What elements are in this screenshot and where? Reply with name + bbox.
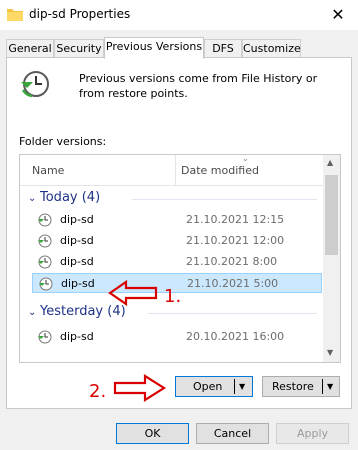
list-item[interactable]: dip-sd 21.10.2021 12:15 [32, 210, 322, 230]
annotation-arrow-left-icon [108, 280, 158, 306]
dropdown-arrow-icon[interactable]: ▼ [239, 377, 245, 396]
item-date: 21.10.2021 12:00 [186, 234, 285, 247]
scroll-up-icon[interactable]: ▲ [327, 158, 333, 167]
restore-point-icon [38, 213, 52, 227]
annotation-step-2: 2. [89, 381, 107, 402]
restore-point-icon [38, 234, 52, 248]
window-title: dip-sd Properties [29, 7, 131, 21]
tab-customize[interactable]: Customize [242, 39, 301, 57]
history-clock-icon [21, 71, 49, 98]
column-header-date[interactable]: Date modified [181, 164, 259, 177]
group-header-today[interactable]: ⌄ Today (4) [28, 188, 100, 208]
list-item[interactable]: dip-sd 21.10.2021 8:00 [32, 252, 322, 272]
tab-general[interactable]: General [6, 39, 54, 57]
folder-versions-label: Folder versions: [19, 135, 107, 148]
apply-button[interactable]: Apply [276, 423, 349, 444]
open-button[interactable]: Open ▼ [175, 376, 253, 397]
sort-caret-icon: ⌄ [242, 154, 249, 163]
column-header-name[interactable]: Name [32, 164, 64, 177]
split-divider [322, 379, 323, 394]
restore-button[interactable]: Restore ▼ [262, 376, 340, 397]
restore-point-icon [39, 277, 53, 291]
chevron-down-icon: ⌄ [28, 193, 37, 204]
item-name: dip-sd [60, 234, 94, 247]
chevron-down-icon: ⌄ [28, 307, 37, 318]
intro-text: Previous versions come from File History… [79, 72, 318, 100]
group-label: Yesterday (4) [40, 304, 126, 319]
cancel-button[interactable]: Cancel [196, 423, 269, 444]
restore-point-icon [38, 330, 52, 344]
item-name: dip-sd [60, 255, 94, 268]
list-item[interactable]: dip-sd 21.10.2021 12:00 [32, 231, 322, 251]
close-button[interactable]: ✕ [318, 0, 358, 30]
annotation-step-1: 1. [164, 286, 182, 307]
column-divider[interactable] [175, 155, 176, 185]
dropdown-arrow-icon[interactable]: ▼ [327, 377, 333, 396]
scroll-down-icon[interactable]: ▼ [327, 348, 333, 357]
vertical-scrollbar[interactable]: ▲ ▼ [323, 155, 340, 362]
item-date: 21.10.2021 12:15 [186, 213, 285, 226]
versions-list[interactable]: Name ⌄ Date modified ⌄ Today (4) dip-sd 2… [19, 154, 341, 363]
list-header: Name ⌄ Date modified [20, 155, 323, 186]
restore-button-label: Restore [272, 380, 314, 393]
group-divider [148, 313, 317, 314]
tab-dfs[interactable]: DFS [204, 39, 242, 57]
open-button-label: Open [193, 380, 223, 393]
tab-previous-versions[interactable]: Previous Versions [104, 37, 204, 59]
group-label: Today (4) [40, 190, 101, 205]
title-bar: dip-sd Properties ✕ [0, 0, 358, 30]
item-name: dip-sd [61, 277, 95, 290]
list-item[interactable]: dip-sd 20.10.2021 16:00 [32, 327, 322, 347]
folder-icon [7, 9, 23, 21]
item-name: dip-sd [60, 213, 94, 226]
item-date: 21.10.2021 5:00 [187, 277, 279, 290]
scroll-thumb[interactable] [325, 175, 338, 255]
previous-versions-panel: Previous versions come from File History… [6, 57, 352, 409]
restore-point-icon [38, 255, 52, 269]
item-name: dip-sd [60, 330, 94, 343]
item-date: 21.10.2021 8:00 [186, 255, 278, 268]
split-divider [234, 379, 235, 394]
annotation-arrow-right-icon [113, 374, 167, 402]
group-divider [132, 199, 317, 200]
tab-security[interactable]: Security [54, 39, 104, 57]
item-date: 20.10.2021 16:00 [186, 330, 285, 343]
ok-button[interactable]: OK [116, 423, 189, 444]
